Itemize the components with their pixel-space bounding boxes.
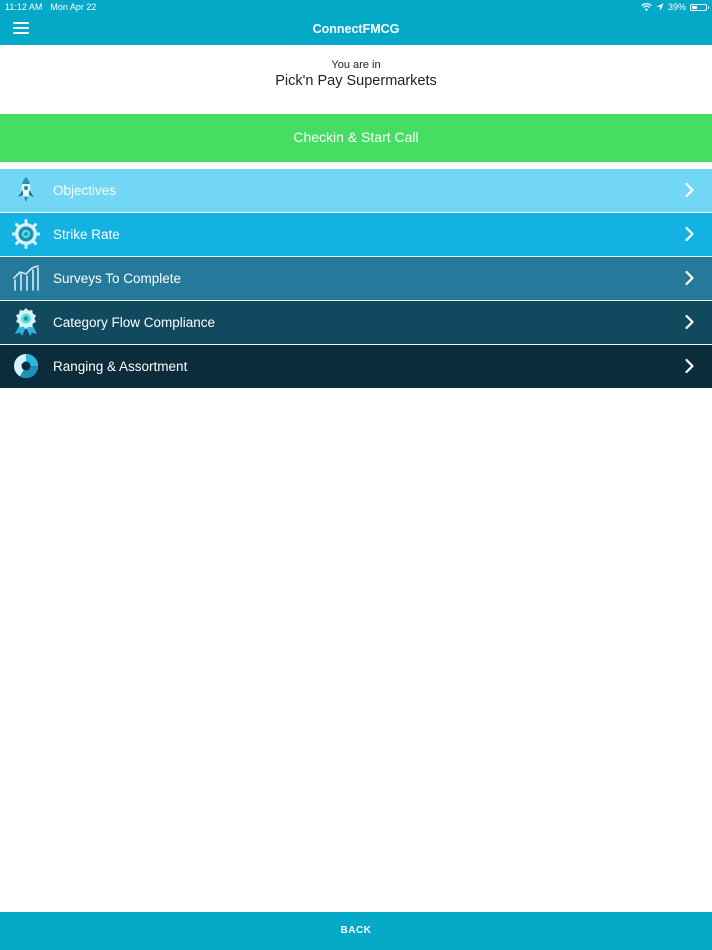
location-arrow-icon	[656, 3, 664, 11]
store-prefix: You are in	[331, 59, 381, 71]
chevron-right-icon	[685, 358, 694, 374]
bar-chart-icon	[13, 265, 39, 291]
battery-percent: 39%	[667, 2, 686, 12]
status-left: 11:12 AM Mon Apr 22	[5, 0, 104, 14]
status-bar: 11:12 AM Mon Apr 22 39%	[0, 0, 712, 14]
chevron-right-icon	[685, 270, 694, 286]
chevron-right-icon	[685, 182, 694, 198]
menu-item-category-flow-compliance[interactable]: Category Flow Compliance	[0, 301, 712, 344]
menu-item-label: Ranging & Assortment	[53, 359, 188, 374]
back-button[interactable]: BACK	[0, 912, 712, 950]
menu-list: Objectives Strike Rate Surveys To Comple…	[0, 169, 712, 389]
status-date: Mon Apr 22	[50, 2, 97, 12]
menu-item-ranging-assortment[interactable]: Ranging & Assortment	[0, 345, 712, 388]
menu-item-label: Category Flow Compliance	[53, 315, 216, 330]
donut-chart-icon	[14, 354, 38, 379]
status-time: 11:12 AM	[5, 2, 43, 12]
target-gear-icon	[12, 219, 40, 249]
navbar: ConnectFMCG	[0, 14, 712, 45]
menu-item-strike-rate[interactable]: Strike Rate	[0, 213, 712, 256]
battery-level	[692, 5, 697, 9]
store-name: Pick'n Pay Supermarkets	[275, 73, 437, 89]
menu-item-label: Objectives	[53, 183, 117, 198]
status-right: 39%	[641, 0, 709, 14]
store-header: You are in Pick'n Pay Supermarkets	[0, 45, 712, 113]
chevron-right-icon	[685, 314, 694, 330]
battery-icon	[690, 3, 709, 11]
award-badge-icon	[15, 308, 37, 336]
chevron-right-icon	[685, 226, 694, 242]
menu-item-label: Surveys To Complete	[53, 271, 182, 286]
checkin-start-call-button[interactable]: Checkin & Start Call	[0, 114, 712, 162]
menu-item-objectives[interactable]: Objectives	[0, 169, 712, 212]
wifi-icon	[641, 3, 652, 11]
menu-item-surveys-to-complete[interactable]: Surveys To Complete	[0, 257, 712, 300]
rocket-icon	[18, 177, 34, 202]
app-title: ConnectFMCG	[312, 22, 400, 36]
menu-item-label: Strike Rate	[53, 227, 120, 242]
